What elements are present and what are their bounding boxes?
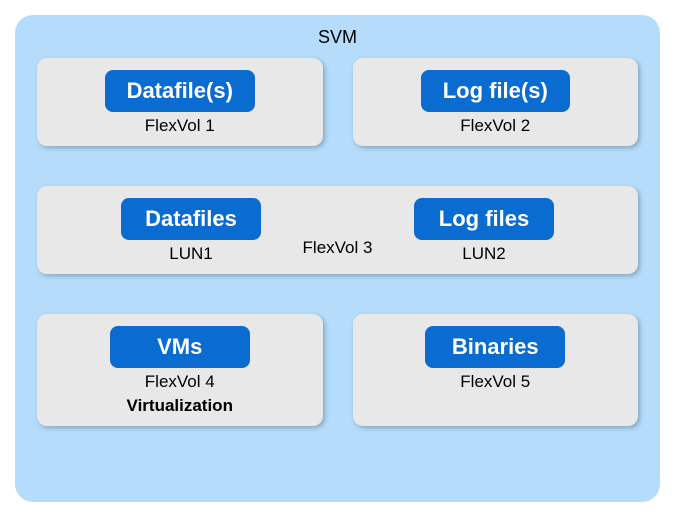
sublabel-lun2: LUN2 <box>462 244 505 264</box>
svm-container: SVM Datafile(s) FlexVol 1 Log file(s) Fl… <box>15 15 660 502</box>
card-flexvol3: Datafiles LUN1 Log files LUN2 FlexVol 3 <box>37 186 638 274</box>
col-datafiles-lun1: Datafiles LUN1 <box>121 198 261 264</box>
label-vms: VMs <box>110 326 250 368</box>
label-logfiles: Log file(s) <box>421 70 570 112</box>
label-datafiles: Datafile(s) <box>105 70 255 112</box>
card-logfiles-flexvol2: Log file(s) FlexVol 2 <box>353 58 639 146</box>
flexvol3-inner: Datafiles LUN1 Log files LUN2 FlexVol 3 <box>51 198 624 264</box>
sublabel-flexvol5: FlexVol 5 <box>460 372 530 392</box>
sublabel-flexvol3: FlexVol 3 <box>303 238 373 258</box>
col-logfiles-lun2: Log files LUN2 <box>414 198 554 264</box>
label-logfiles-lun2: Log files <box>414 198 554 240</box>
svm-title: SVM <box>37 27 638 48</box>
sublabel-flexvol4: FlexVol 4 <box>145 372 215 392</box>
label-datafiles-lun1: Datafiles <box>121 198 261 240</box>
card-vms-flexvol4: VMs FlexVol 4 Virtualization <box>37 314 323 426</box>
sublabel-flexvol1: FlexVol 1 <box>145 116 215 136</box>
sublabel-virtualization: Virtualization <box>127 396 233 416</box>
sublabel-lun1: LUN1 <box>169 244 212 264</box>
card-datafiles-flexvol1: Datafile(s) FlexVol 1 <box>37 58 323 146</box>
row-3: VMs FlexVol 4 Virtualization Binaries Fl… <box>37 314 638 426</box>
label-binaries: Binaries <box>425 326 565 368</box>
card-binaries-flexvol5: Binaries FlexVol 5 <box>353 314 639 426</box>
row-1: Datafile(s) FlexVol 1 Log file(s) FlexVo… <box>37 58 638 146</box>
sublabel-flexvol2: FlexVol 2 <box>460 116 530 136</box>
row-2: Datafiles LUN1 Log files LUN2 FlexVol 3 <box>37 186 638 274</box>
